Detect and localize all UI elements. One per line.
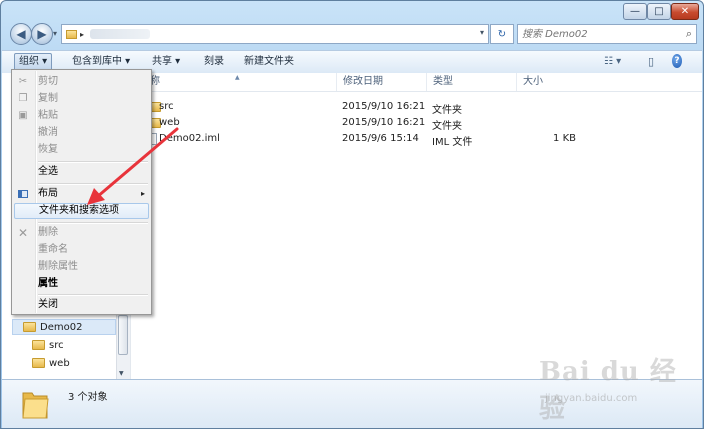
arrow-shaft	[95, 127, 179, 199]
explorer-window: — □ ✕ ◀ ▶ ▾ ▸ ▾ ↻ ⌕ 组织 ▾ 包含到库中 ▾ 共享 ▾ 刻录…	[0, 0, 704, 429]
annotation-arrow	[87, 127, 179, 205]
